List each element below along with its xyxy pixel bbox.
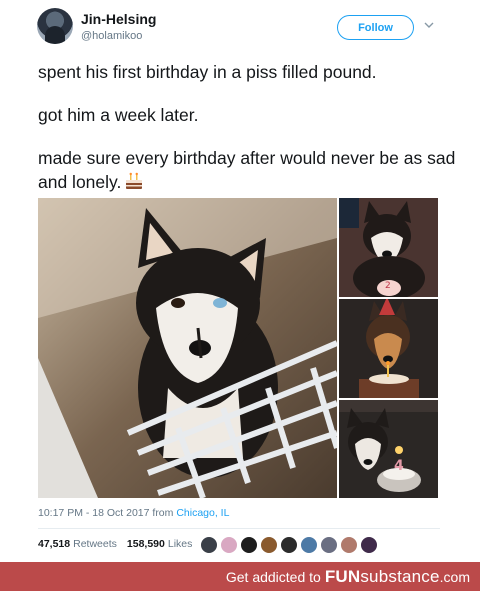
tweet-card: Jin-Helsing @holamikoo Follow spent his … <box>0 0 480 562</box>
liker-avatar[interactable] <box>240 536 258 554</box>
location-link[interactable]: Chicago, IL <box>176 507 229 519</box>
liker-avatar[interactable] <box>280 536 298 554</box>
tweet-text-line-3: made sure every birthday after would nev… <box>38 146 458 194</box>
chevron-down-icon[interactable] <box>424 20 434 30</box>
husky-birthday-photo-3[interactable]: 4 <box>339 400 438 498</box>
user-handle[interactable]: @holamikoo <box>81 30 142 42</box>
tweet-text-line-2: got him a week later. <box>38 105 199 125</box>
footer-prefix: Get addicted to <box>225 568 321 585</box>
tweet-stats: 47,518 Retweets 158,590 Likes <box>38 538 192 550</box>
tweet-text-line-1: spent his first birthday in a piss fille… <box>38 62 377 82</box>
svg-text:4: 4 <box>394 458 404 474</box>
svg-text:2: 2 <box>385 281 391 291</box>
husky-crate-photo[interactable] <box>38 198 337 498</box>
timestamp-text: 10:17 PM - 18 Oct 2017 from <box>38 507 177 519</box>
liker-avatar[interactable] <box>360 536 378 554</box>
husky-birthday-photo-2[interactable] <box>339 299 438 398</box>
birthday-cake-icon <box>126 172 143 189</box>
liker-avatar[interactable] <box>320 536 338 554</box>
follow-button[interactable]: Follow <box>337 15 414 40</box>
divider <box>38 528 440 529</box>
footer-domain: .com <box>439 568 470 585</box>
liker-avatar[interactable] <box>260 536 278 554</box>
avatar[interactable] <box>37 8 73 44</box>
liker-avatar[interactable] <box>300 536 318 554</box>
retweets-label[interactable]: Retweets <box>73 538 117 550</box>
retweets-count[interactable]: 47,518 <box>38 538 70 550</box>
site-footer-banner: Get addicted to FUNsubstance .com <box>0 562 480 591</box>
display-name[interactable]: Jin-Helsing <box>81 11 156 27</box>
tweet-text-line-3-text: made sure every birthday after would nev… <box>38 148 456 192</box>
brand-bold: FUN <box>324 566 361 586</box>
liker-avatars <box>200 536 380 554</box>
liker-avatar[interactable] <box>220 536 238 554</box>
liker-avatar[interactable] <box>200 536 218 554</box>
tweet-timestamp: 10:17 PM - 18 Oct 2017 from Chicago, IL <box>38 507 229 519</box>
likes-count[interactable]: 158,590 <box>127 538 165 550</box>
liker-avatar[interactable] <box>340 536 358 554</box>
footer-brand-logo[interactable]: FUNsubstance <box>325 567 440 587</box>
likes-label[interactable]: Likes <box>168 538 193 550</box>
tweet-media-grid: 2 4 <box>38 198 438 498</box>
husky-birthday-photo-1[interactable]: 2 <box>339 198 438 297</box>
brand-light: substance <box>360 566 440 586</box>
